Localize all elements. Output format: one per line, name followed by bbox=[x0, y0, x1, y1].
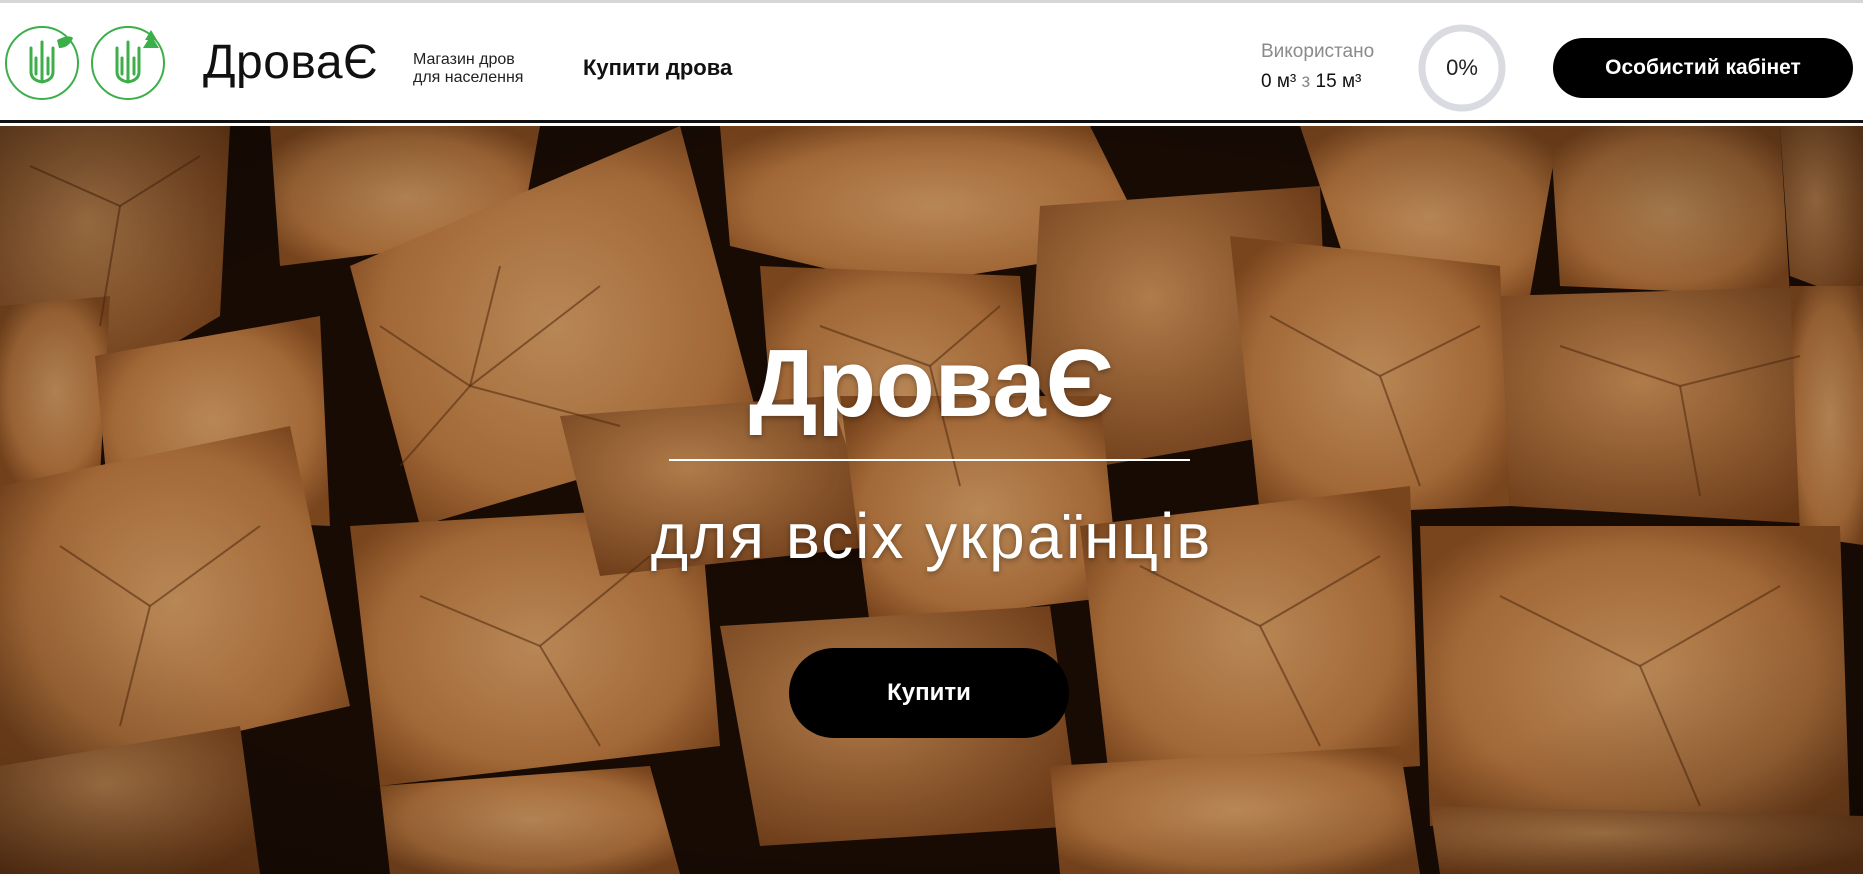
hero-divider bbox=[669, 459, 1190, 461]
usage-total: 15 м³ bbox=[1315, 71, 1362, 92]
site-header: ДроваЄ Магазин дров для населення Купити… bbox=[0, 3, 1863, 123]
usage-separator: з bbox=[1301, 71, 1311, 92]
nav-buy-firewood-link[interactable]: Купити дрова bbox=[583, 55, 732, 81]
trident-tree-icon[interactable] bbox=[91, 26, 165, 100]
usage-percent: 0% bbox=[1446, 55, 1478, 80]
usage-used: 0 м³ bbox=[1261, 71, 1297, 92]
hero-section: ДроваЄ для всіх українців Купити bbox=[0, 126, 1863, 874]
brand-name[interactable]: ДроваЄ bbox=[203, 39, 378, 87]
hero-title: ДроваЄ bbox=[748, 330, 1115, 437]
personal-cabinet-button[interactable]: Особистий кабінет bbox=[1553, 38, 1853, 98]
hero-buy-button[interactable]: Купити bbox=[789, 648, 1069, 738]
usage-value: 0 м³ з 15 м³ bbox=[1261, 71, 1361, 93]
usage-label: Використано bbox=[1261, 41, 1375, 62]
hero-subtitle: для всіх українців bbox=[650, 500, 1213, 572]
trident-leaf-icon[interactable] bbox=[5, 26, 79, 100]
brand-tagline: Магазин дров для населення bbox=[413, 51, 524, 86]
